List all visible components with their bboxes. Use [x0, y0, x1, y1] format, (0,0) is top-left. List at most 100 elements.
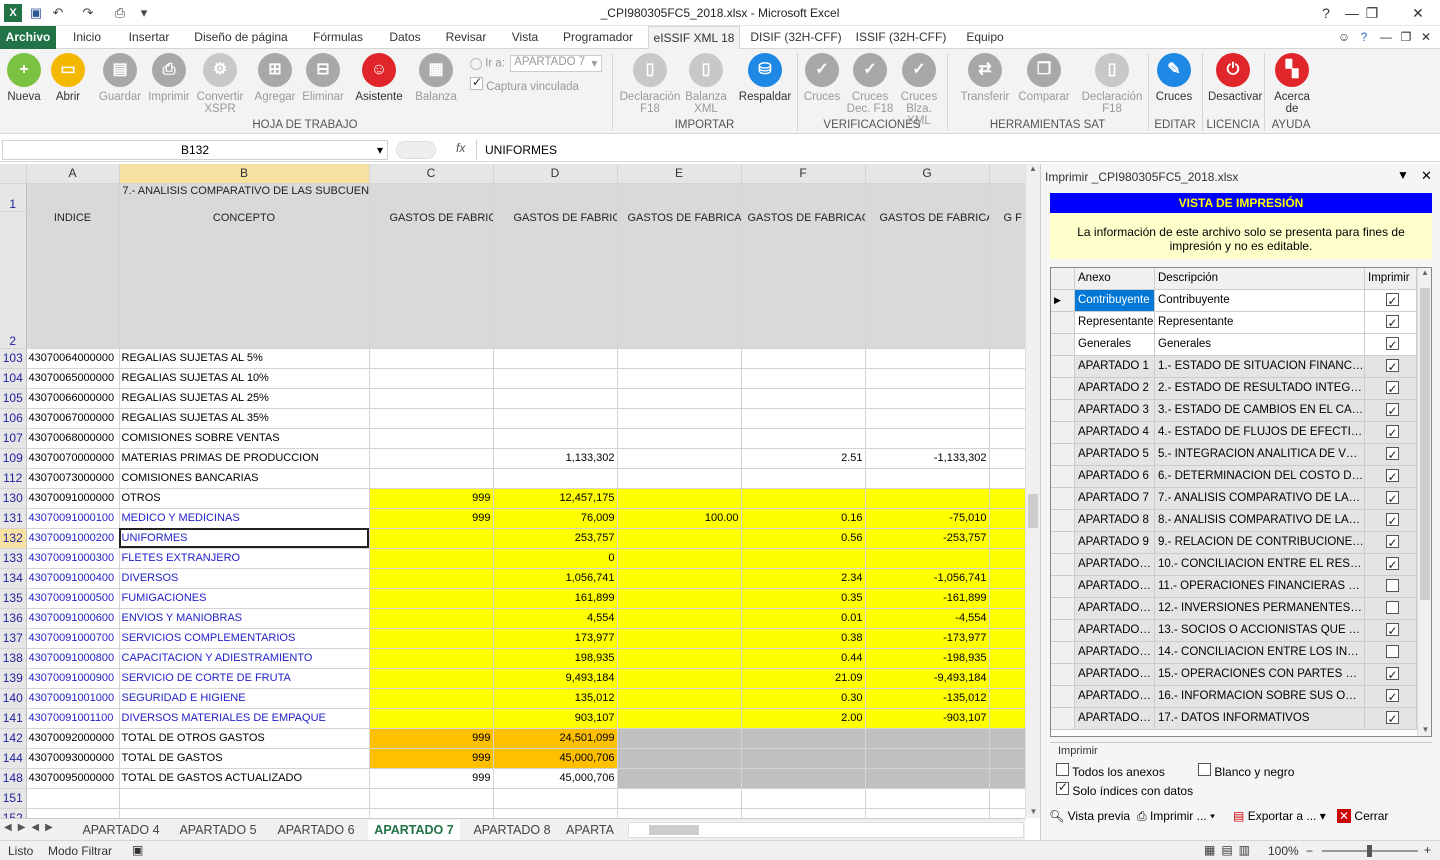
row-header[interactable]: 103 — [0, 348, 27, 369]
tab-archivo[interactable]: Archivo — [0, 26, 56, 49]
cell-f[interactable] — [741, 788, 866, 809]
cell-a[interactable] — [26, 808, 120, 818]
exportar-button[interactable]: ▤ Exportar a ... ▾ — [1233, 809, 1326, 823]
imprimir-checkbox[interactable] — [1385, 511, 1399, 531]
imprimir-checkbox[interactable] — [1385, 645, 1399, 658]
name-box[interactable]: B132 ▾ — [2, 140, 388, 160]
cell-c[interactable] — [369, 368, 494, 389]
cell-b[interactable]: SERVICIOS COMPLEMENTARIOS — [119, 628, 370, 649]
cell-d[interactable]: 45,000,706 — [493, 748, 618, 769]
anexo-row[interactable]: APARTADO 11 11.- OPERACIONES FINANCIERAS … — [1051, 576, 1417, 598]
cell-a[interactable]: 43070073000000 — [26, 468, 120, 489]
cell-h[interactable] — [989, 488, 1025, 509]
anexo-row[interactable]: APARTADO 3 3.- ESTADO DE CAMBIOS EN EL CA… — [1051, 400, 1417, 422]
row-header[interactable]: 142 — [0, 728, 27, 749]
row-header[interactable]: 137 — [0, 628, 27, 649]
cell-d[interactable] — [493, 368, 618, 389]
imprimir-checkbox[interactable] — [1385, 335, 1399, 355]
row-header[interactable]: 148 — [0, 768, 27, 789]
cell-d[interactable]: 76,009 — [493, 508, 618, 529]
cell-h[interactable] — [989, 648, 1025, 669]
col-header-f[interactable]: F — [741, 164, 866, 184]
row-header[interactable]: 136 — [0, 608, 27, 629]
cell-h[interactable] — [989, 368, 1025, 389]
cell-g[interactable] — [865, 548, 990, 569]
cell-e[interactable]: 100.00 — [617, 508, 742, 529]
cell-e[interactable] — [617, 408, 742, 429]
cell-c[interactable] — [369, 568, 494, 589]
macro-record-icon[interactable]: ▣ — [132, 843, 143, 857]
ribbon-button-14[interactable]: ✓ Cruces Blza. XML — [894, 53, 944, 127]
imprimir-checkbox[interactable] — [1385, 601, 1399, 614]
imprimir-checkbox[interactable] — [1385, 533, 1399, 553]
cell-d[interactable]: 12,457,175 — [493, 488, 618, 509]
cell-a[interactable]: 43070091000500 — [26, 588, 120, 609]
cell-h[interactable] — [989, 748, 1025, 769]
cell-c[interactable] — [369, 408, 494, 429]
cell-f[interactable]: 2.00 — [741, 708, 866, 729]
cell-b[interactable]: REGALIAS SUJETAS AL 5% — [119, 348, 370, 369]
anexo-row[interactable]: APARTADO 2 2.- ESTADO DE RESULTADO INTEGR… — [1051, 378, 1417, 400]
cell-b[interactable] — [119, 808, 370, 818]
cell-b[interactable]: OTROS — [119, 488, 370, 509]
cell-c[interactable] — [369, 388, 494, 409]
cell-a[interactable]: 43070067000000 — [26, 408, 120, 429]
cell-a[interactable]: 43070091000800 — [26, 648, 120, 669]
cell-g[interactable] — [865, 768, 990, 789]
anexo-row[interactable]: APARTADO 4 4.- ESTADO DE FLUJOS DE EFECTI… — [1051, 422, 1417, 444]
view-buttons-icons[interactable]: ▦▤▥ — [1204, 843, 1256, 857]
select-all[interactable] — [0, 164, 27, 184]
cell-e[interactable] — [617, 528, 742, 549]
grid-vertical-scrollbar[interactable]: ▲ ▼ — [1025, 164, 1040, 818]
ribbon-button-6[interactable]: ⊟ Eliminar — [300, 53, 346, 103]
cell-a[interactable]: 43070066000000 — [26, 388, 120, 409]
tab-inicio[interactable]: Inicio — [60, 26, 114, 49]
cell-d[interactable]: 1,056,741 — [493, 568, 618, 589]
cell-a[interactable]: 43070091000600 — [26, 608, 120, 629]
sheet-tab-apartado-4[interactable]: APARTADO 4 — [76, 820, 166, 840]
row-header[interactable]: 134 — [0, 568, 27, 589]
cell-a[interactable]: 43070091001100 — [26, 708, 120, 729]
ribbon-button-5[interactable]: ⊞ Agregar — [252, 53, 298, 103]
row-header[interactable]: 140 — [0, 688, 27, 709]
sheet-tab-apartado-8[interactable]: APARTADO 8 — [466, 820, 558, 840]
cell-f[interactable]: 0.30 — [741, 688, 866, 709]
cell-g[interactable]: -135,012 — [865, 688, 990, 709]
cell-a[interactable]: 43070091000400 — [26, 568, 120, 589]
row-header-1[interactable]: 1 — [0, 183, 27, 212]
col-header-c[interactable]: C — [369, 164, 494, 184]
ribbon-button-9[interactable]: ▯ Declaración F18 — [618, 53, 682, 115]
row-header[interactable]: 138 — [0, 648, 27, 669]
cell-b[interactable]: REGALIAS SUJETAS AL 35% — [119, 408, 370, 429]
cell-a[interactable]: 43070065000000 — [26, 368, 120, 389]
cell-e[interactable] — [617, 668, 742, 689]
scroll-thumb[interactable] — [1028, 494, 1038, 528]
cell-c[interactable] — [369, 648, 494, 669]
cell-c[interactable] — [369, 468, 494, 489]
cell-f[interactable] — [741, 548, 866, 569]
cell-h[interactable] — [989, 588, 1025, 609]
cell-f[interactable]: 21.09 — [741, 668, 866, 689]
cell-g[interactable]: -903,107 — [865, 708, 990, 729]
row-header[interactable]: 132 — [0, 528, 27, 549]
cell-f[interactable] — [741, 408, 866, 429]
cell-h[interactable] — [989, 508, 1025, 529]
anexo-row[interactable]: APARTADO 13 13.- SOCIOS O ACCIONISTAS QUE… — [1051, 620, 1417, 642]
cell-e[interactable] — [617, 368, 742, 389]
sheet-tab-apartado-5[interactable]: APARTADO 5 — [172, 820, 264, 840]
ribbon-button-15[interactable]: ⇄ Transferir — [956, 53, 1014, 103]
cell-f[interactable] — [741, 348, 866, 369]
imprimir-checkbox[interactable] — [1385, 687, 1399, 707]
row-header[interactable]: 152 — [0, 808, 27, 818]
cell-h[interactable] — [989, 808, 1025, 818]
cell-e[interactable] — [617, 548, 742, 569]
panel-options-icon[interactable]: ▼ — [1397, 168, 1409, 182]
imprimir-checkbox[interactable] — [1385, 445, 1399, 465]
cell-d[interactable]: 173,977 — [493, 628, 618, 649]
cell-g[interactable]: -1,056,741 — [865, 568, 990, 589]
cell-g[interactable] — [865, 808, 990, 818]
cell-g[interactable] — [865, 788, 990, 809]
cell-c[interactable] — [369, 428, 494, 449]
ribbon-button-0[interactable]: + Nueva — [0, 53, 48, 103]
cell-f[interactable]: 0.44 — [741, 648, 866, 669]
